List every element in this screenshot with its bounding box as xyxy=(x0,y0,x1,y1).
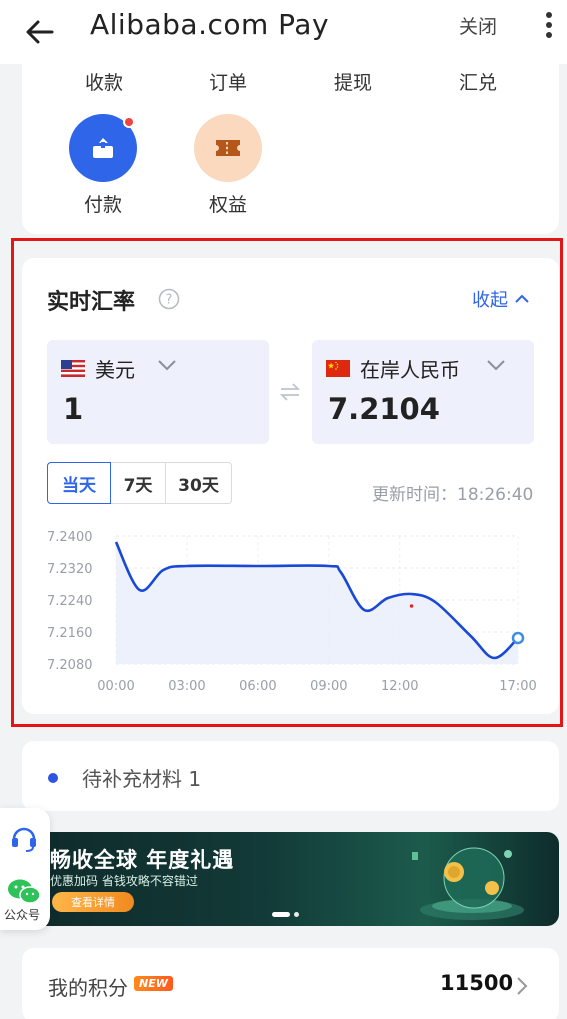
x-tick-label: 03:00 xyxy=(168,679,205,694)
points-card[interactable]: 我的积分 NEW 11500 xyxy=(22,948,559,1019)
globe-illustration-icon xyxy=(412,847,524,920)
y-tick-label: 7.2080 xyxy=(47,658,93,673)
new-badge: NEW xyxy=(134,976,173,991)
from-currency-selector[interactable]: 美元 1 xyxy=(47,340,269,444)
y-tick-label: 7.2160 xyxy=(47,626,93,641)
to-amount: 7.2104 xyxy=(328,392,440,426)
range-tabs: 当天 7天 30天 xyxy=(47,462,232,504)
promo-banner[interactable]: 畅收全球 年度礼遇 优惠加码 省钱攻略不容错过 查看详情 xyxy=(22,832,559,926)
shortcut-orders[interactable]: 订单 xyxy=(188,68,268,95)
x-tick-label: 09:00 xyxy=(310,679,347,694)
back-arrow-icon[interactable] xyxy=(22,14,58,50)
shortcut-exchange[interactable]: 汇兑 xyxy=(438,68,518,95)
status-dot xyxy=(48,773,58,783)
cn-flag-icon xyxy=(326,360,350,377)
notification-dot xyxy=(123,116,135,128)
collapse-button[interactable]: 收起 xyxy=(472,286,530,312)
wechat-label: 公众号 xyxy=(4,908,41,922)
top-bar: Alibaba.com Pay 关闭 xyxy=(0,0,567,64)
banner-pagination xyxy=(272,912,299,917)
chevron-right-icon xyxy=(517,977,528,995)
ticket-icon xyxy=(216,140,240,156)
shortcut-benefits-label: 权益 xyxy=(208,194,247,216)
shortcut-pay-label: 付款 xyxy=(83,194,122,216)
chevron-down-icon xyxy=(487,360,505,371)
points-label: 我的积分 xyxy=(48,976,128,1000)
ticket-icon-circle xyxy=(194,114,262,182)
marker-point xyxy=(409,604,414,608)
rate-chart: 7.2400 7.2320 7.2240 7.2160 7.2080 00:00 03:00… xyxy=(47,530,537,694)
exchange-rate-card: 实时汇率 ? 收起 美元 1 在岸人民币 7.2104 当天 7天 30天 更新… xyxy=(22,258,559,714)
collapse-label: 收起 xyxy=(472,290,508,311)
x-tick-label: 06:00 xyxy=(239,679,276,694)
us-flag-icon xyxy=(61,360,85,377)
banner-subtitle: 优惠加码 省钱攻略不容错过 xyxy=(50,874,198,888)
y-tick-label: 7.2240 xyxy=(47,594,93,609)
tab-30days[interactable]: 30天 xyxy=(166,462,232,504)
y-tick-label: 7.2400 xyxy=(47,530,93,545)
x-tick-label: 17:00 xyxy=(499,679,536,694)
payment-icon-circle xyxy=(69,114,137,182)
to-currency-selector[interactable]: 在岸人民币 7.2104 xyxy=(312,340,534,444)
x-tick-label: 00:00 xyxy=(97,679,134,694)
shortcut-withdraw[interactable]: 提现 xyxy=(313,68,393,95)
chevron-up-icon xyxy=(515,294,529,303)
chevron-down-icon xyxy=(158,360,176,371)
floating-sidebar: 公众号 xyxy=(0,808,50,930)
x-tick-label: 12:00 xyxy=(381,679,418,694)
y-tick-label: 7.2320 xyxy=(47,562,93,577)
pending-text: 待补充材料 1 xyxy=(82,767,202,791)
more-options-icon[interactable] xyxy=(538,10,560,40)
close-button[interactable]: 关闭 xyxy=(459,12,497,39)
banner-title: 畅收全球 年度礼遇 xyxy=(50,848,235,872)
current-point xyxy=(511,631,525,645)
banner-details-button[interactable]: 查看详情 xyxy=(52,892,134,912)
from-amount: 1 xyxy=(63,392,84,426)
swap-icon[interactable] xyxy=(278,380,302,404)
area-fill xyxy=(116,542,518,664)
from-currency-name: 美元 xyxy=(95,358,135,382)
shortcut-pay[interactable]: 付款 xyxy=(63,114,143,217)
rate-title: 实时汇率 xyxy=(47,290,136,315)
to-currency-name: 在岸人民币 xyxy=(360,358,460,382)
pagination-dot xyxy=(294,912,299,917)
headset-icon[interactable] xyxy=(8,822,40,854)
shortcut-grid: 收款 订单 提现 汇兑 付款 权益 xyxy=(22,62,559,234)
svg-text:?: ? xyxy=(166,293,173,308)
page-title: Alibaba.com Pay xyxy=(90,8,330,41)
shortcut-benefits[interactable]: 权益 xyxy=(188,114,268,217)
points-value: 11500 xyxy=(440,971,514,995)
update-time: 更新时间：18:26:40 xyxy=(372,485,534,505)
shortcut-collect[interactable]: 收款 xyxy=(64,68,144,95)
tab-7days[interactable]: 7天 xyxy=(111,462,166,504)
pending-materials-card[interactable]: 待补充材料 1 xyxy=(22,741,559,811)
pagination-active xyxy=(272,912,290,917)
tab-today[interactable]: 当天 xyxy=(47,462,111,504)
payment-icon xyxy=(93,138,113,158)
wechat-icon[interactable] xyxy=(7,878,41,904)
help-icon[interactable]: ? xyxy=(158,288,180,310)
